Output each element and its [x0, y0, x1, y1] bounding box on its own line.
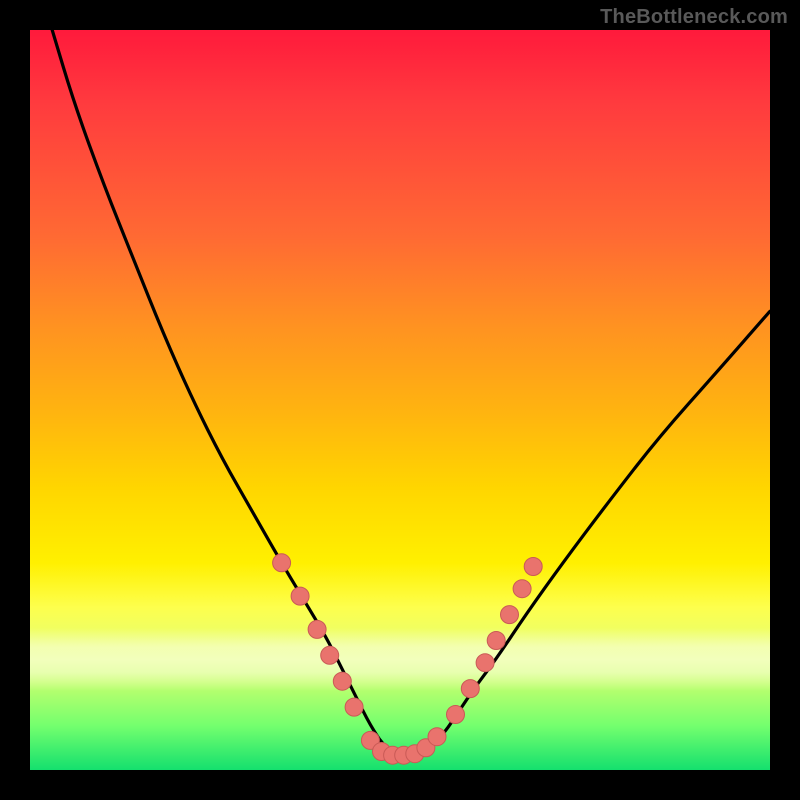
chart-frame: TheBottleneck.com: [0, 0, 800, 800]
curve-marker: [461, 680, 479, 698]
bottleneck-curve: [52, 30, 770, 755]
curve-marker: [524, 558, 542, 576]
curve-marker: [308, 620, 326, 638]
curve-marker: [476, 654, 494, 672]
plot-area: [30, 30, 770, 770]
curve-marker: [333, 672, 351, 690]
curve-marker: [345, 698, 363, 716]
curve-marker: [501, 606, 519, 624]
curve-marker: [447, 706, 465, 724]
curve-marker: [428, 728, 446, 746]
curve-markers: [273, 554, 543, 764]
curve-marker: [321, 646, 339, 664]
curve-marker: [513, 580, 531, 598]
curve-marker: [291, 587, 309, 605]
curve-marker: [273, 554, 291, 572]
curve-marker: [487, 632, 505, 650]
curve-layer: [30, 30, 770, 770]
watermark-text: TheBottleneck.com: [600, 6, 788, 29]
